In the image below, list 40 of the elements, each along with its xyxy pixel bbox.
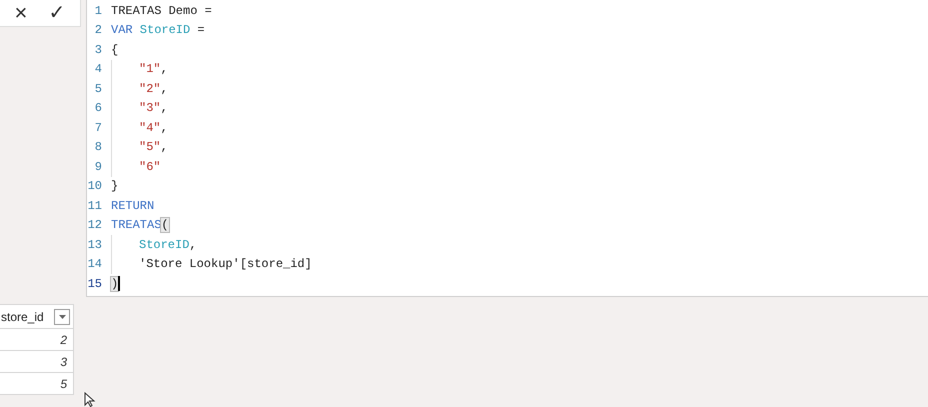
commit-button[interactable]: ✓	[48, 3, 66, 23]
caret-icon	[58, 314, 66, 318]
code-line: }	[111, 178, 118, 196]
code-line: "4",	[139, 120, 168, 137]
column-header: store_id	[0, 308, 44, 326]
line-number: 2	[94, 22, 102, 40]
line-number: 12	[87, 217, 102, 234]
line-number: 1	[94, 2, 102, 20]
code-line: "3",	[139, 100, 168, 118]
line-number: 14	[87, 256, 102, 274]
code-line: TREATAS Demo =	[111, 2, 212, 20]
code-line: RETURN	[111, 198, 154, 215]
table-cell: 2	[0, 329, 73, 351]
code-line: TREATAS(	[111, 217, 169, 234]
line-number: 10	[87, 178, 102, 196]
line-number: 13	[87, 236, 102, 254]
line-number: 9	[94, 158, 102, 176]
code-line: "2",	[139, 80, 168, 98]
code-line: 'Store Lookup'[store_id]	[139, 256, 312, 274]
text-cursor	[118, 276, 120, 292]
table-cell: 3	[0, 351, 73, 373]
code-line: "1",	[139, 61, 168, 78]
code-line: "6"	[139, 158, 161, 176]
filter-dropdown[interactable]	[54, 308, 70, 324]
line-number: 8	[94, 139, 102, 156]
mouse-pointer-icon	[84, 392, 96, 407]
code-line: {	[111, 42, 118, 59]
code-line: StoreID,	[139, 236, 197, 254]
line-number: 11	[87, 198, 102, 215]
code-editor[interactable]: 1 TREATAS Demo = 2 VAR StoreID = 3 { 4 "1", 5 "2", 6 "3", 7 "4", 8 "5", 9 "6" 10 } 11 RETURN 12 TREATAS( 13 StoreID, 14 'Store Lookup'[store_id] 15 )	[86, 0, 928, 297]
cancel-button[interactable]: ×	[14, 2, 28, 24]
line-number: 5	[94, 80, 102, 98]
code-line: "5",	[139, 139, 168, 156]
line-number: 6	[94, 100, 102, 118]
line-number: 3	[94, 42, 102, 59]
line-number: 7	[94, 120, 102, 137]
line-number: 15	[87, 276, 102, 293]
table-cell: 5	[0, 373, 73, 395]
code-line: VAR StoreID =	[111, 22, 205, 40]
line-number: 4	[94, 61, 102, 78]
